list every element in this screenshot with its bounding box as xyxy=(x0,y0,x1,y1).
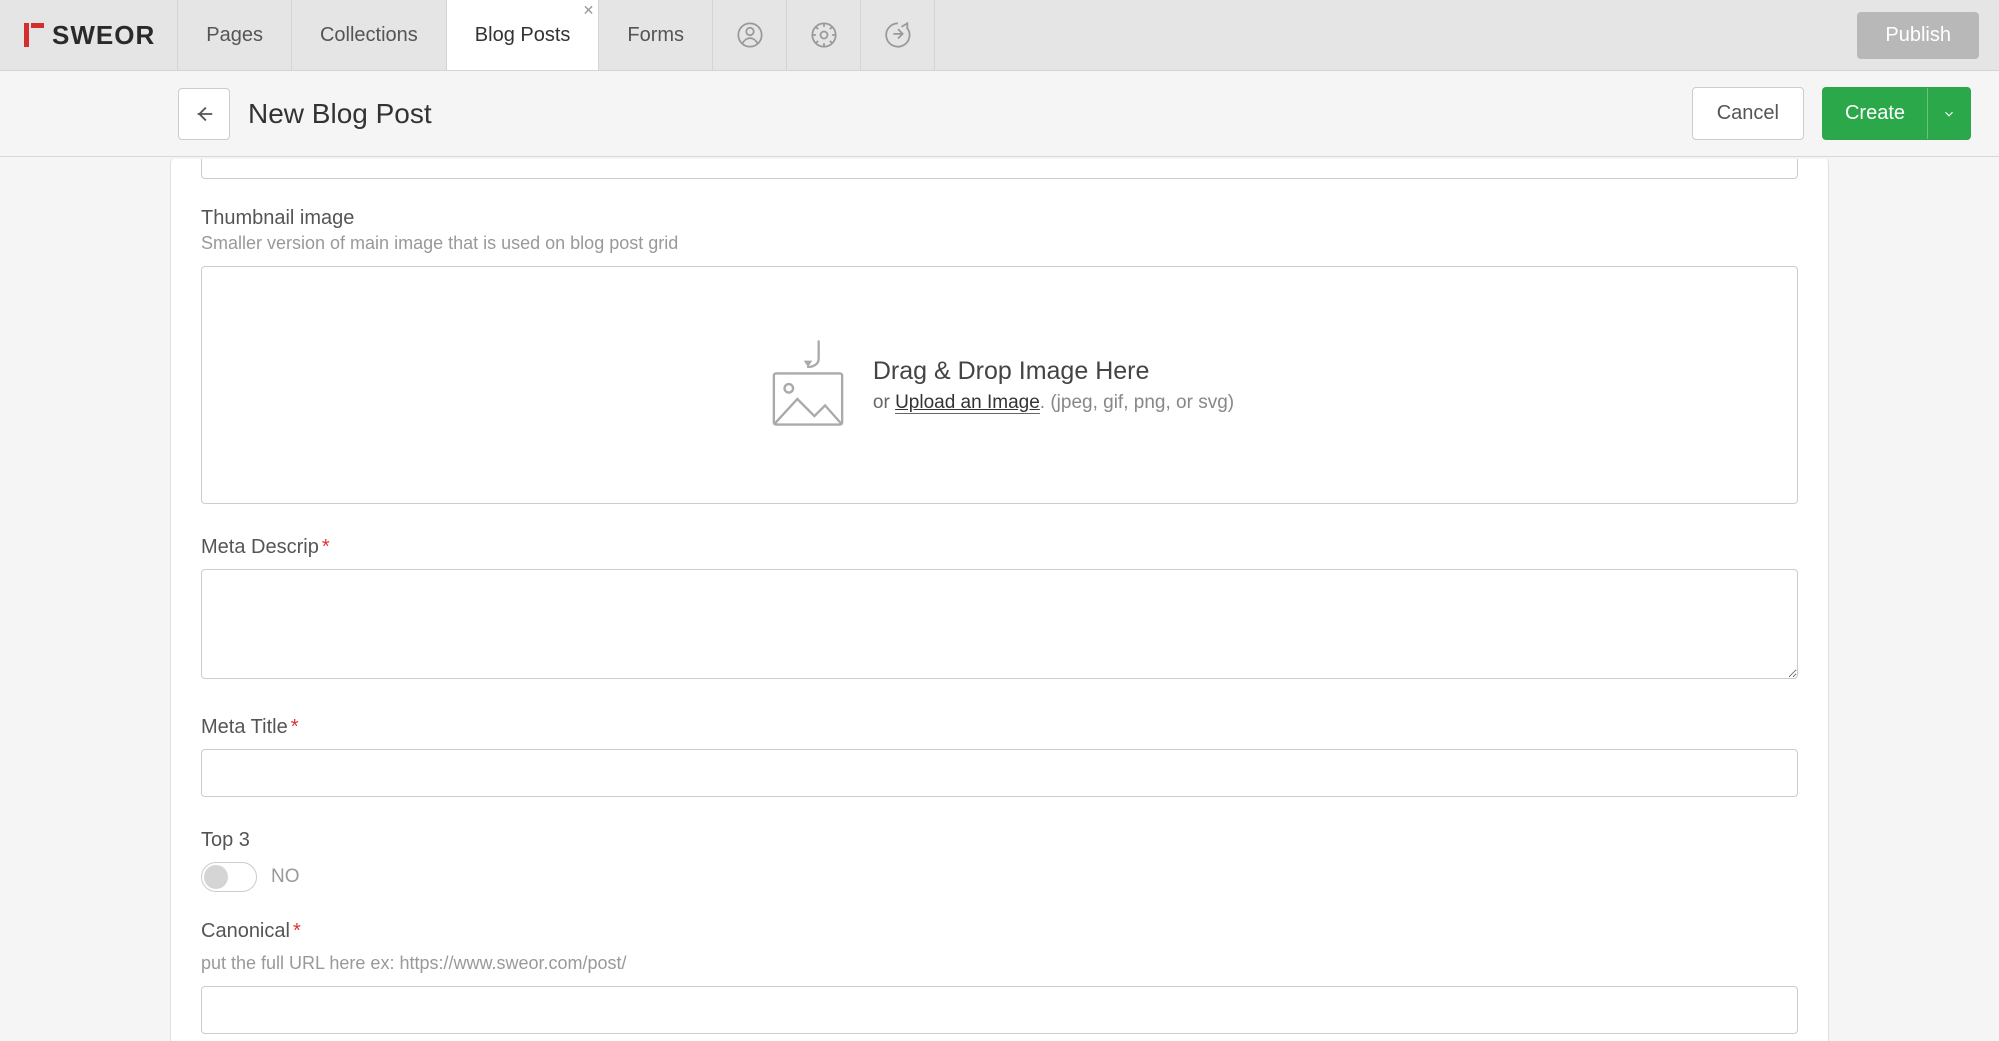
dropzone-text: Drag & Drop Image Here or Upload an Imag… xyxy=(873,357,1234,414)
previous-field-partial[interactable] xyxy=(201,159,1798,179)
brand-name: SWEOR xyxy=(52,20,155,51)
brand-logo[interactable]: SWEOR xyxy=(0,0,177,70)
top3-state: NO xyxy=(271,866,300,888)
required-marker: * xyxy=(322,536,330,558)
canonical-desc: put the full URL here ex: https://www.sw… xyxy=(201,953,1798,974)
main-scroll-area[interactable]: Thumbnail image Smaller version of main … xyxy=(0,157,1999,1041)
canonical-label: Canonical* xyxy=(201,920,1798,943)
canonical-input[interactable] xyxy=(201,986,1798,1034)
chevron-down-icon xyxy=(1942,107,1956,121)
brand-logo-mark xyxy=(22,21,46,49)
tab-blog-posts[interactable]: Blog Posts ✕ xyxy=(447,0,600,70)
tab-pages[interactable]: Pages xyxy=(177,0,292,70)
sub-header: New Blog Post Cancel Create xyxy=(0,71,1999,157)
form-card: Thumbnail image Smaller version of main … xyxy=(170,159,1829,1041)
back-button[interactable] xyxy=(178,88,230,140)
create-button[interactable]: Create xyxy=(1822,87,1971,140)
thumbnail-label: Thumbnail image xyxy=(201,207,1798,230)
cancel-button[interactable]: Cancel xyxy=(1692,87,1804,140)
required-marker: * xyxy=(291,716,299,738)
image-upload-icon xyxy=(765,335,851,436)
dropzone-subtitle: or Upload an Image. (jpeg, gif, png, or … xyxy=(873,392,1234,414)
top3-label: Top 3 xyxy=(201,829,1798,852)
user-icon[interactable] xyxy=(713,0,787,70)
dropzone-title: Drag & Drop Image Here xyxy=(873,357,1234,386)
tab-collections[interactable]: Collections xyxy=(292,0,447,70)
top3-toggle[interactable] xyxy=(201,862,257,892)
arrow-left-icon xyxy=(193,103,215,125)
page-title: New Blog Post xyxy=(248,98,432,130)
tab-forms[interactable]: Forms xyxy=(599,0,713,70)
thumbnail-dropzone[interactable]: Drag & Drop Image Here or Upload an Imag… xyxy=(201,266,1798,504)
top3-toggle-row: NO xyxy=(201,862,1798,892)
settings-icon[interactable] xyxy=(787,0,861,70)
create-dropdown-toggle[interactable] xyxy=(1928,88,1970,139)
thumbnail-desc: Smaller version of main image that is us… xyxy=(201,233,1798,254)
meta-title-label: Meta Title* xyxy=(201,716,1798,739)
upload-image-link[interactable]: Upload an Image xyxy=(895,392,1040,414)
meta-descrip-label: Meta Descrip* xyxy=(201,536,1798,559)
publish-button[interactable]: Publish xyxy=(1857,12,1979,59)
icon-tabs xyxy=(713,0,935,70)
required-marker: * xyxy=(293,920,301,942)
export-icon[interactable] xyxy=(861,0,935,70)
create-button-label: Create xyxy=(1823,88,1928,139)
meta-descrip-input[interactable] xyxy=(201,569,1798,679)
top-bar: SWEOR Pages Collections Blog Posts ✕ For… xyxy=(0,0,1999,71)
close-icon[interactable]: ✕ xyxy=(579,0,599,21)
meta-title-input[interactable] xyxy=(201,749,1798,797)
main-tabs: Pages Collections Blog Posts ✕ Forms xyxy=(177,0,713,70)
header-actions: Cancel Create xyxy=(1692,87,1971,140)
toggle-knob xyxy=(204,865,228,889)
